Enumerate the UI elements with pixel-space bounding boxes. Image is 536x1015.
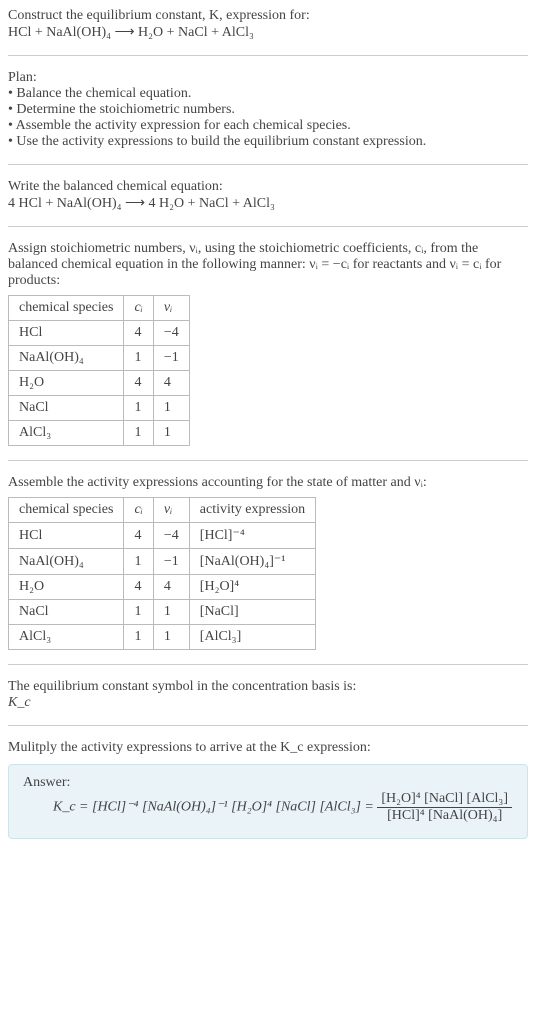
col-vi: νᵢ [153, 498, 189, 523]
intro-text: Construct the equilibrium constant, K, e… [8, 8, 310, 23]
plan-item-3: • Assemble the activity expression for e… [8, 118, 528, 134]
col-activity: activity expression [189, 498, 315, 523]
balanced-equation: 4 HCl + NaAl(OH)₄ ⟶ 4 H₂O + NaCl + AlCl₃ [8, 195, 528, 212]
intro-line: Construct the equilibrium constant, K, e… [8, 8, 528, 24]
fraction-denominator: [HCl]⁴ [NaAl(OH)₄] [377, 808, 512, 824]
table-row: NaAl(OH)₄1−1[NaAl(OH)₄]⁻¹ [9, 549, 316, 575]
divider [8, 725, 528, 726]
table-row: AlCl₃11[AlCl₃] [9, 625, 316, 650]
col-ci: cᵢ [124, 498, 153, 523]
table-row: HCl4−4[HCl]⁻⁴ [9, 523, 316, 549]
col-species: chemical species [9, 498, 124, 523]
table-row: H₂O44[H₂O]⁴ [9, 575, 316, 600]
col-vi: νᵢ [153, 296, 189, 321]
table-row: HCl4−4 [9, 321, 190, 346]
answer-lhs: K_c = [HCl]⁻⁴ [NaAl(OH)₄]⁻¹ [H₂O]⁴ [NaCl… [53, 800, 377, 815]
divider [8, 226, 528, 227]
unbalanced-equation: HCl + NaAl(OH)₄ ⟶ H₂O + NaCl + AlCl₃ [8, 24, 528, 41]
multiply-text: Mulitply the activity expressions to arr… [8, 740, 528, 756]
divider [8, 460, 528, 461]
answer-fraction: [H₂O]⁴ [NaCl] [AlCl₃] [HCl]⁴ [NaAl(OH)₄] [377, 791, 512, 824]
col-species: chemical species [9, 296, 124, 321]
divider [8, 664, 528, 665]
plan-heading: Plan: [8, 70, 528, 86]
table-row: NaAl(OH)₄1−1 [9, 346, 190, 371]
table-row: H₂O44 [9, 371, 190, 396]
table-header-row: chemical species cᵢ νᵢ [9, 296, 190, 321]
stoich-text: Assign stoichiometric numbers, νᵢ, using… [8, 241, 528, 289]
activity-table: chemical species cᵢ νᵢ activity expressi… [8, 497, 316, 650]
answer-box: Answer: K_c = [HCl]⁻⁴ [NaAl(OH)₄]⁻¹ [H₂O… [8, 764, 528, 839]
plan-item-4: • Use the activity expressions to build … [8, 134, 528, 150]
stoich-table: chemical species cᵢ νᵢ HCl4−4 NaAl(OH)₄1… [8, 295, 190, 446]
table-header-row: chemical species cᵢ νᵢ activity expressi… [9, 498, 316, 523]
divider [8, 55, 528, 56]
table-row: NaCl11[NaCl] [9, 600, 316, 625]
col-ci: cᵢ [124, 296, 153, 321]
table-row: NaCl11 [9, 396, 190, 421]
answer-label: Answer: [23, 775, 513, 791]
plan-item-1: • Balance the chemical equation. [8, 86, 528, 102]
divider [8, 164, 528, 165]
balanced-lead: Write the balanced chemical equation: [8, 179, 528, 195]
fraction-numerator: [H₂O]⁴ [NaCl] [AlCl₃] [377, 791, 512, 808]
table-row: AlCl₃11 [9, 421, 190, 446]
activity-text: Assemble the activity expressions accoun… [8, 475, 528, 491]
kc-text: The equilibrium constant symbol in the c… [8, 679, 528, 695]
plan-item-2: • Determine the stoichiometric numbers. [8, 102, 528, 118]
kc-symbol: K_c [8, 695, 528, 711]
answer-equation: K_c = [HCl]⁻⁴ [NaAl(OH)₄]⁻¹ [H₂O]⁴ [NaCl… [23, 791, 513, 824]
